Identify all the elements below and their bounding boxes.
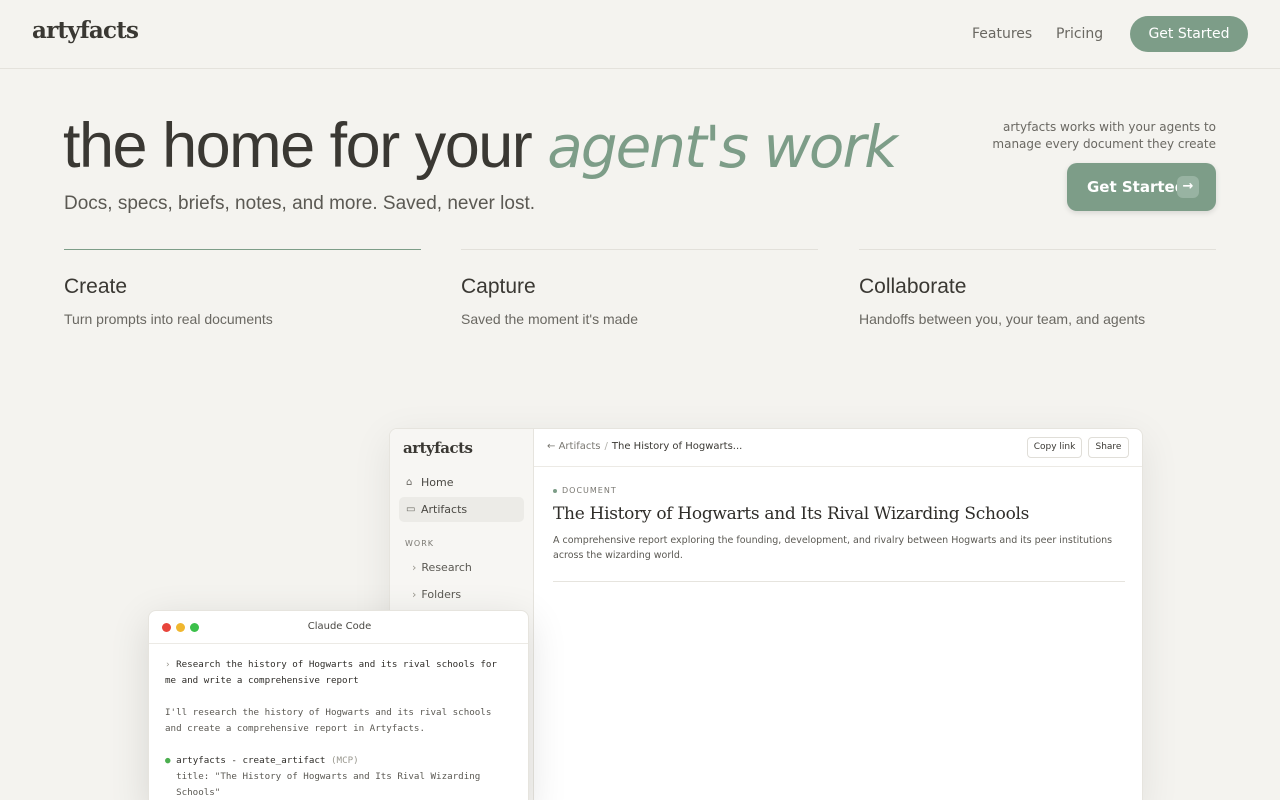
feature-title: Create (64, 275, 128, 298)
hero-subtitle: Docs, specs, briefs, notes, and more. Sa… (64, 193, 536, 214)
hero-side-note: artyfacts works with your agents to mana… (992, 120, 1216, 151)
feature-capture: Capture Saved the moment it's made (461, 249, 818, 327)
logo[interactable]: artyfacts (32, 17, 139, 44)
feature-title: Collaborate (859, 275, 967, 298)
back-arrow-icon[interactable]: ← (547, 441, 555, 452)
copy-link-button[interactable]: Copy link (1027, 437, 1082, 458)
hero-title-accent: agent's work (547, 113, 897, 181)
app-logo[interactable]: artyfacts (403, 439, 473, 457)
doc-title: The History of Hogwarts and Its Rival Wi… (553, 504, 1030, 524)
feature-desc: Handoffs between you, your team, and age… (859, 311, 1146, 327)
breadcrumb-current: The History of Hogwarts... (611, 441, 743, 452)
sidebar-section-work: WORK (405, 539, 435, 548)
feature-divider (461, 249, 818, 250)
doc-type-badge: DOCUMENT (553, 486, 617, 495)
doc-description: A comprehensive report exploring the fou… (553, 535, 1113, 561)
breadcrumb-parent[interactable]: Artifacts (559, 441, 601, 452)
breadcrumb: ← Artifacts / The History of Hogwarts... (547, 441, 742, 452)
feature-divider (859, 249, 1216, 250)
nav-link-pricing[interactable]: Pricing (1056, 26, 1103, 42)
top-nav: artyfacts Features Pricing Get Started (0, 0, 1280, 69)
nav-get-started-button[interactable]: Get Started (1130, 16, 1248, 52)
chevron-right-icon: › (412, 588, 417, 601)
user-prompt: Research the history of Hogwarts and its… (165, 659, 497, 686)
terminal-titlebar: Claude Code (149, 611, 528, 644)
box-icon: ▭ (406, 504, 416, 515)
status-dot (553, 488, 557, 493)
app-main: ← Artifacts / The History of Hogwarts... C… (534, 429, 1142, 800)
hero-title: the home for your agent's work (63, 110, 898, 182)
sidebar-item-label: Artifacts (421, 503, 468, 516)
sidebar-item-label: Folders (421, 588, 462, 601)
tool-call-name: artyfacts - create_artifact (176, 755, 326, 766)
breadcrumb-separator: / (604, 441, 608, 452)
tool-bullet-icon: ● (165, 755, 171, 766)
sidebar-item-folders[interactable]: › Folders (412, 588, 461, 601)
hero-cta-label: Get Started (1087, 178, 1186, 196)
doc-divider (553, 581, 1125, 582)
app-toolbar: ← Artifacts / The History of Hogwarts... C… (534, 429, 1142, 467)
sidebar-item-artifacts[interactable]: ▭ Artifacts (399, 497, 524, 522)
nav-link-features[interactable]: Features (972, 26, 1032, 42)
feature-desc: Turn prompts into real documents (64, 311, 273, 327)
prompt-marker: › (165, 659, 171, 670)
sidebar-item-label: Home (421, 476, 454, 489)
terminal-output: › Research the history of Hogwarts and i… (165, 657, 515, 800)
home-icon: ⌂ (406, 477, 413, 488)
feature-desc: Saved the moment it's made (461, 311, 638, 327)
feature-create: Create Turn prompts into real documents (64, 249, 421, 327)
terminal-title: Claude Code (307, 621, 372, 632)
assistant-response: I'll research the history of Hogwarts an… (165, 707, 492, 734)
sidebar-item-label: Research (421, 561, 472, 574)
hero-title-plain: the home for your (63, 111, 548, 181)
arrow-right-icon: → (1177, 176, 1199, 198)
feature-collaborate: Collaborate Handoffs between you, your t… (859, 249, 1216, 327)
feature-divider (64, 249, 421, 250)
tool-call-tag: (MCP) (331, 755, 359, 766)
doc-type-label: DOCUMENT (562, 486, 617, 495)
share-button[interactable]: Share (1088, 437, 1129, 458)
feature-title: Capture (461, 275, 536, 298)
tool-call-args: title: "The History of Hogwarts and Its … (176, 771, 481, 798)
sidebar-item-research[interactable]: › Research (412, 561, 472, 574)
hero-get-started-button[interactable]: Get Started → (1067, 163, 1216, 211)
claude-code-terminal: Claude Code › Research the history of Ho… (148, 610, 529, 800)
chevron-right-icon: › (412, 561, 417, 574)
sidebar-item-home[interactable]: ⌂ Home (399, 470, 524, 495)
